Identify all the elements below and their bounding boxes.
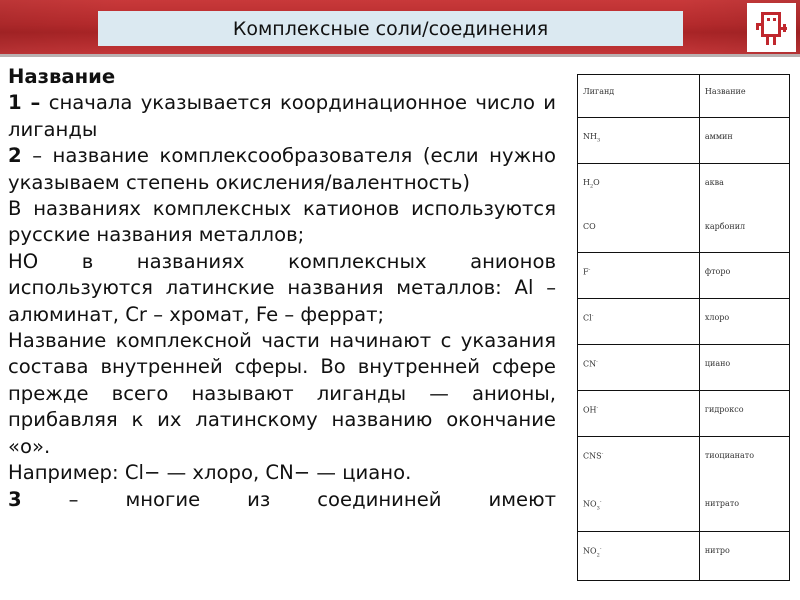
- ligand-formula: CO: [583, 222, 596, 231]
- table-row: H2O CO аква карбонил: [577, 163, 791, 253]
- table-row: OH-гидроксо: [577, 390, 791, 437]
- step-1: 1 – сначала указывается координационное …: [8, 90, 556, 143]
- ligand-formula: F-: [583, 267, 591, 277]
- ligand-name: нитрато: [704, 499, 740, 508]
- name-cell: фторо: [698, 252, 791, 299]
- table-row: Cl-хлоро: [577, 298, 791, 345]
- ligand-table: Лиганд Название NH3 аммин H2O CO аква карбонил F…: [577, 74, 791, 581]
- ligand-name: хлоро: [704, 313, 730, 322]
- name-cell: нитро: [698, 531, 791, 581]
- robot-logo-icon: [756, 12, 787, 45]
- example-text: Например: Cl− — хлоро, CN− — циано.: [8, 461, 412, 485]
- ligand-formula: NH3: [583, 132, 601, 144]
- section-heading: Название: [8, 65, 116, 88]
- name-cell: циано: [698, 344, 791, 391]
- ligand-cell: CNS- NO3-: [577, 436, 700, 532]
- ligand-formula: H2O: [583, 178, 600, 190]
- step-2: 2 – название комплексообразователя (если…: [8, 143, 556, 196]
- ligand-name: циано: [704, 359, 731, 368]
- step-1-number: 1 –: [8, 91, 41, 115]
- table-header-row: Лиганд Название: [577, 74, 791, 118]
- slide-title: Комплексные соли/соединения: [232, 17, 549, 40]
- step-3: 3 – многие из соедининей имеют: [8, 487, 556, 513]
- step-1-text: сначала указывается координационное числ…: [8, 91, 556, 141]
- table-row: F-фторо: [577, 252, 791, 299]
- ligand-cell: Cl-: [577, 298, 700, 345]
- name-cell: тиоцианато нитрато: [698, 436, 791, 532]
- ligand-formula: NO2-: [583, 546, 602, 559]
- content-text: Название 1 – сначала указывается координ…: [8, 64, 556, 513]
- complex-part-rule: Название комплексной части начинают с ук…: [8, 329, 556, 458]
- header-divider: [0, 54, 800, 57]
- ligand-name: аммин: [704, 132, 733, 141]
- ligand-name: аква: [704, 178, 724, 187]
- step-2-text: – название комплексообразователя (если н…: [8, 144, 557, 194]
- ligand-formula: CNS-: [583, 451, 604, 461]
- name-cell: гидроксо: [698, 390, 791, 437]
- cations-rule: В названиях комплексных катионов использ…: [8, 197, 556, 247]
- ligand-cell: CN-: [577, 344, 700, 391]
- anions-rule: НО в названиях комплексных анионов испол…: [8, 249, 556, 326]
- ligand-formula: NO3-: [583, 499, 602, 512]
- ligand-name: гидроксо: [704, 405, 744, 414]
- ligand-formula: OH-: [583, 405, 599, 415]
- ligand-cell: NH3: [577, 117, 700, 164]
- ligand-name: нитро: [704, 546, 730, 555]
- step-3-number: 3: [8, 487, 22, 511]
- step-2-number: 2: [8, 144, 22, 168]
- ligand-formula: Cl-: [583, 313, 594, 323]
- logo-box: [747, 3, 796, 52]
- table-row: NH3 аммин: [577, 117, 791, 164]
- ligand-header-text: Лиганд: [583, 87, 615, 96]
- header-ligand: Лиганд: [577, 74, 700, 118]
- ligand-name: карбонил: [704, 222, 746, 231]
- name-cell: хлоро: [698, 298, 791, 345]
- table-row: CNS- NO3- тиоцианато нитрато: [577, 436, 791, 532]
- ligand-cell: F-: [577, 252, 700, 299]
- ligand-name: тиоцианато: [704, 451, 755, 460]
- step-3-text: – многие из соедининей имеют: [68, 487, 557, 511]
- ligand-formula: CN-: [583, 359, 598, 369]
- ligand-cell: NO2-: [577, 531, 700, 581]
- name-header-text: Название: [704, 87, 746, 96]
- name-cell: аммин: [698, 117, 791, 164]
- ligand-cell: OH-: [577, 390, 700, 437]
- table-row: CN-циано: [577, 344, 791, 391]
- ligand-cell: H2O CO: [577, 163, 700, 253]
- header-name: Название: [698, 74, 791, 118]
- ligand-name: фторо: [704, 267, 731, 276]
- slide-title-box: Комплексные соли/соединения: [98, 11, 683, 46]
- table-row: NO2- нитро: [577, 531, 791, 581]
- name-cell: аква карбонил: [698, 163, 791, 253]
